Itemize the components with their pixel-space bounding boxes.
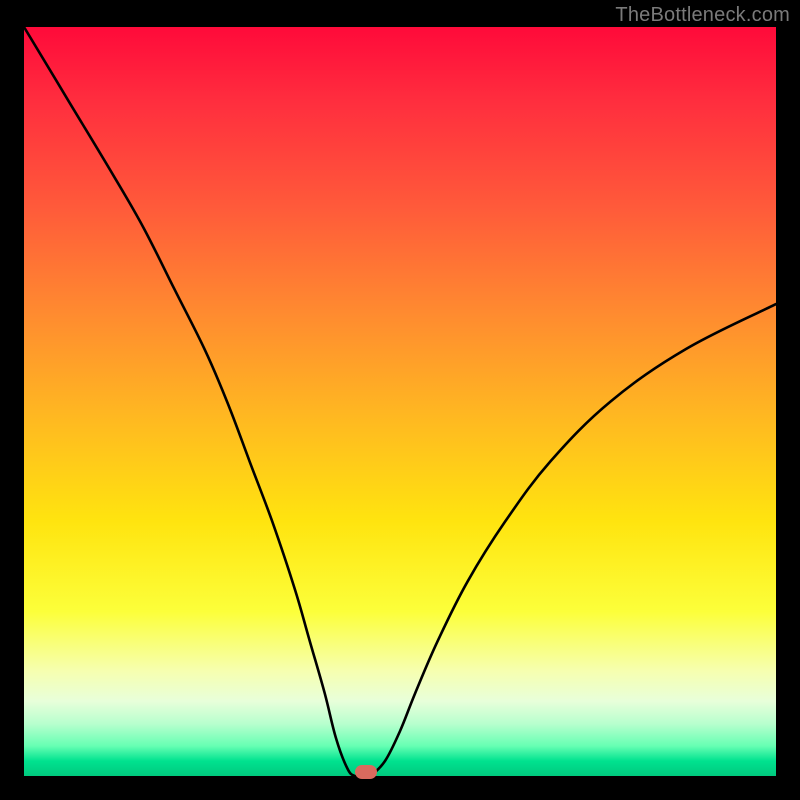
chart-frame: TheBottleneck.com (0, 0, 800, 800)
watermark-text: TheBottleneck.com (615, 4, 790, 27)
bottleneck-curve (24, 27, 776, 776)
optimal-marker (355, 765, 377, 779)
plot-area (24, 27, 776, 776)
